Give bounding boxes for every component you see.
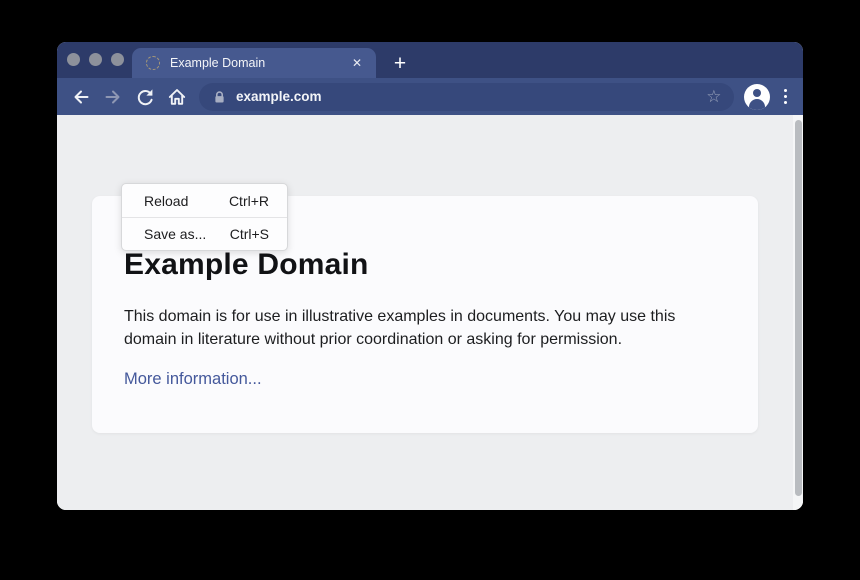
- home-icon: [167, 87, 187, 107]
- browser-window: Example Domain ✕ +: [57, 42, 803, 510]
- reload-button[interactable]: [129, 82, 161, 112]
- browser-tab[interactable]: Example Domain ✕: [132, 48, 376, 78]
- tab-strip: Example Domain ✕ +: [57, 42, 803, 78]
- context-menu-item-reload[interactable]: Reload Ctrl+R: [122, 184, 287, 217]
- page-content: Example Domain This domain is for use in…: [57, 115, 803, 510]
- tab-title: Example Domain: [170, 56, 348, 70]
- menu-item-shortcut: Ctrl+R: [229, 193, 269, 209]
- bookmark-star-icon[interactable]: ☆: [704, 86, 723, 107]
- more-information-link[interactable]: More information...: [124, 370, 262, 389]
- context-menu: Reload Ctrl+R Save as... Ctrl+S: [121, 183, 288, 251]
- url-text: example.com: [236, 89, 322, 104]
- avatar-body: [749, 99, 765, 110]
- context-menu-item-save-as[interactable]: Save as... Ctrl+S: [122, 217, 287, 250]
- browser-toolbar: example.com ☆: [57, 78, 803, 115]
- reload-icon: [135, 87, 155, 107]
- forward-arrow-icon: [103, 87, 123, 107]
- window-controls: [67, 53, 124, 66]
- forward-button[interactable]: [97, 82, 129, 112]
- page-title: Example Domain: [124, 248, 726, 282]
- page-paragraph: This domain is for use in illustrative e…: [124, 305, 712, 351]
- lock-icon: [212, 89, 227, 105]
- window-close-button[interactable]: [67, 53, 80, 66]
- home-button[interactable]: [161, 82, 193, 112]
- menu-item-label: Reload: [144, 193, 188, 209]
- new-tab-button[interactable]: +: [383, 48, 417, 78]
- scrollbar-thumb[interactable]: [795, 120, 802, 496]
- browser-menu-button[interactable]: [780, 85, 792, 109]
- window-zoom-button[interactable]: [111, 53, 124, 66]
- address-bar[interactable]: example.com ☆: [199, 83, 734, 111]
- profile-avatar[interactable]: [744, 84, 770, 110]
- favicon-globe-icon: [146, 56, 160, 70]
- tab-close-icon[interactable]: ✕: [348, 53, 366, 73]
- back-button[interactable]: [65, 82, 97, 112]
- menu-item-label: Save as...: [144, 226, 206, 242]
- scrollbar-track[interactable]: [793, 115, 803, 510]
- avatar-head: [753, 89, 761, 97]
- back-arrow-icon: [71, 87, 91, 107]
- menu-item-shortcut: Ctrl+S: [230, 226, 269, 242]
- window-minimize-button[interactable]: [89, 53, 102, 66]
